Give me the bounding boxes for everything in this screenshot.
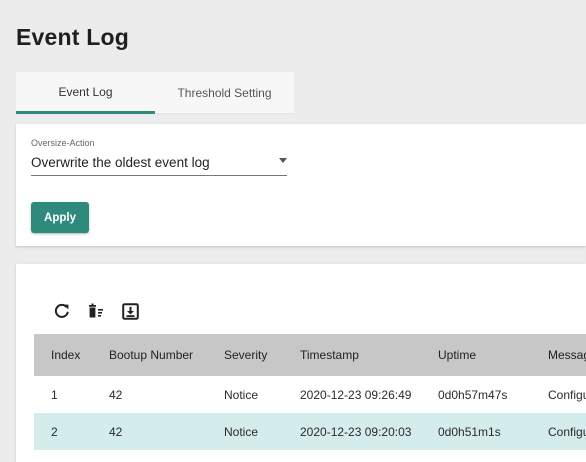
column-header-uptime[interactable]: Uptime <box>422 348 532 362</box>
cell-index: 1 <box>51 387 58 402</box>
settings-card: Oversize-Action Overwrite the oldest eve… <box>16 124 586 246</box>
event-log-card: Index Bootup Number Severity Timestamp U… <box>16 264 586 462</box>
event-log-table: Index Bootup Number Severity Timestamp U… <box>34 334 586 450</box>
column-header-bootup-number[interactable]: Bootup Number <box>91 348 207 362</box>
tab-bar: Event Log Threshold Setting <box>16 72 586 114</box>
cell-message: Configu <box>548 424 586 439</box>
table-row[interactable]: 1 42 Notice 2020-12-23 09:26:49 0d0h57m4… <box>34 376 586 413</box>
chevron-down-icon <box>279 158 287 163</box>
column-header-severity[interactable]: Severity <box>207 348 284 362</box>
clear-log-icon[interactable] <box>86 301 106 321</box>
oversize-action-value: Overwrite the oldest event log <box>31 155 210 170</box>
page-title: Event Log <box>16 24 129 50</box>
cell-severity: Notice <box>224 424 259 439</box>
tab-threshold-setting[interactable]: Threshold Setting <box>155 72 294 114</box>
cell-message: Configu <box>548 387 586 402</box>
apply-button[interactable]: Apply <box>31 202 89 233</box>
cell-timestamp: 2020-12-23 09:26:49 <box>300 387 412 402</box>
column-header-index[interactable]: Index <box>34 348 91 362</box>
oversize-action-label: Oversize-Action <box>31 138 95 148</box>
cell-bootup-number: 42 <box>109 424 123 439</box>
cell-uptime: 0d0h57m47s <box>438 387 508 402</box>
refresh-icon[interactable] <box>52 301 72 321</box>
cell-index: 2 <box>51 424 58 439</box>
oversize-action-select[interactable]: Overwrite the oldest event log <box>31 152 287 176</box>
table-row[interactable]: 2 42 Notice 2020-12-23 09:20:03 0d0h51m1… <box>34 413 586 450</box>
tab-event-log[interactable]: Event Log <box>16 72 155 114</box>
cell-bootup-number: 42 <box>109 387 123 402</box>
log-toolbar <box>52 301 154 321</box>
cell-uptime: 0d0h51m1s <box>438 424 501 439</box>
column-header-message[interactable]: Messag <box>532 348 586 362</box>
cell-timestamp: 2020-12-23 09:20:03 <box>300 424 412 439</box>
cell-severity: Notice <box>224 387 259 402</box>
column-header-timestamp[interactable]: Timestamp <box>284 348 422 362</box>
export-icon[interactable] <box>120 301 140 321</box>
table-header: Index Bootup Number Severity Timestamp U… <box>34 334 586 376</box>
